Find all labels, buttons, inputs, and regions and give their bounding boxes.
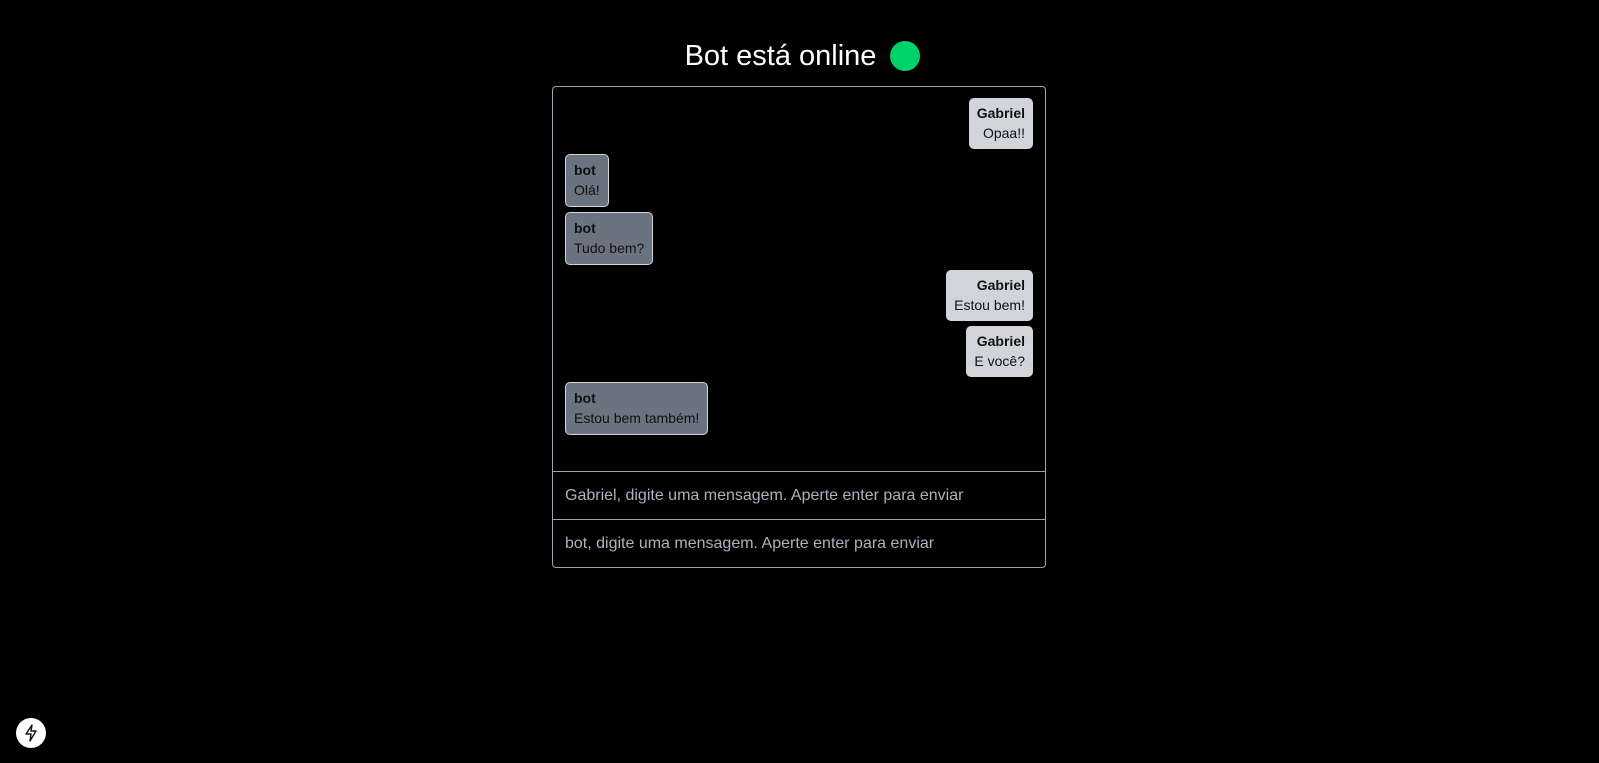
message-bubble-gabriel: Gabriel E você?: [966, 326, 1033, 377]
message-author: Gabriel: [976, 105, 1025, 121]
dev-indicator-button[interactable]: [16, 718, 46, 748]
message-text: Estou bem também!: [574, 410, 700, 426]
message-text: Olá!: [574, 182, 600, 198]
chat-panel: Gabriel Opaa!! bot Olá! bot Tudo bem? Ga…: [552, 86, 1046, 568]
message-author: bot: [574, 390, 596, 406]
message-text: E você?: [974, 353, 1025, 369]
message-author: Gabriel: [976, 333, 1025, 349]
message-list: Gabriel Opaa!! bot Olá! bot Tudo bem? Ga…: [553, 87, 1045, 471]
message-bubble-bot: bot Estou bem também!: [565, 382, 709, 435]
online-status-icon: [890, 41, 921, 71]
bot-input-row: [553, 519, 1045, 568]
page-title: Bot está online: [684, 40, 877, 72]
gabriel-input-row: [553, 471, 1045, 520]
bot-message-input[interactable]: [553, 520, 1045, 568]
message-text: Estou bem!: [954, 297, 1025, 313]
lightning-bolt-icon: [25, 724, 37, 742]
message-author: Gabriel: [976, 277, 1025, 293]
header: Bot está online: [0, 36, 1599, 76]
message-bubble-bot: bot Olá!: [565, 154, 609, 207]
message-text: Tudo bem?: [574, 240, 645, 256]
message-author: bot: [574, 162, 596, 178]
gabriel-message-input[interactable]: [553, 472, 1045, 520]
message-bubble-bot: bot Tudo bem?: [565, 212, 654, 265]
message-text: Opaa!!: [982, 125, 1025, 141]
message-bubble-gabriel: Gabriel Opaa!!: [968, 98, 1033, 149]
message-bubble-gabriel: Gabriel Estou bem!: [946, 270, 1033, 321]
message-author: bot: [574, 220, 596, 236]
